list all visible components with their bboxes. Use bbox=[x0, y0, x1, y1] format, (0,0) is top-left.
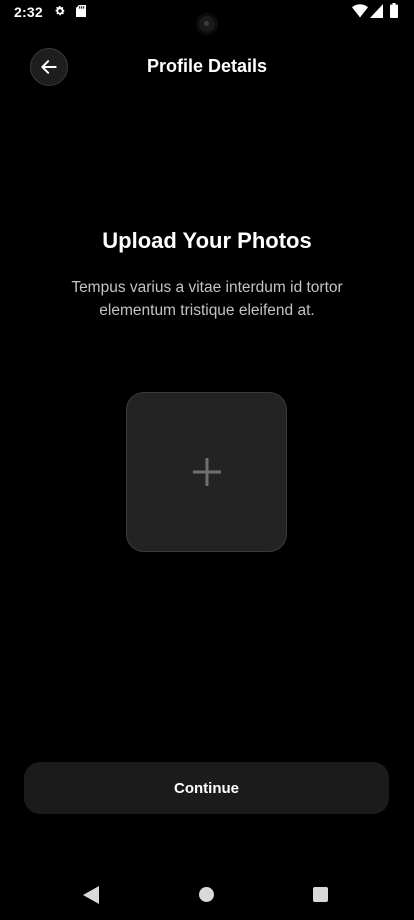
page-title: Profile Details bbox=[146, 56, 268, 76]
sd-card-icon bbox=[76, 5, 86, 17]
signal-icon bbox=[370, 4, 383, 18]
nav-back-icon[interactable] bbox=[83, 886, 99, 904]
front-camera bbox=[196, 13, 218, 35]
wifi-icon bbox=[352, 4, 368, 18]
status-bar: 2:32 bbox=[0, 0, 414, 35]
nav-home-icon[interactable] bbox=[199, 887, 214, 902]
section-title: Upload Your Photos bbox=[102, 228, 312, 253]
app-screen: 2:32 Profile Details Upload Your Photos … bbox=[0, 0, 414, 920]
status-time: 2:32 bbox=[14, 4, 43, 20]
battery-icon bbox=[390, 3, 398, 18]
section-description: Tempus varius a vitae interdum id tortor… bbox=[71, 279, 343, 319]
continue-button[interactable]: Continue bbox=[24, 762, 389, 814]
nav-recents-icon[interactable] bbox=[313, 887, 328, 902]
photo-upload-button[interactable] bbox=[126, 392, 287, 552]
gear-icon bbox=[55, 6, 65, 16]
plus-icon bbox=[192, 458, 221, 486]
